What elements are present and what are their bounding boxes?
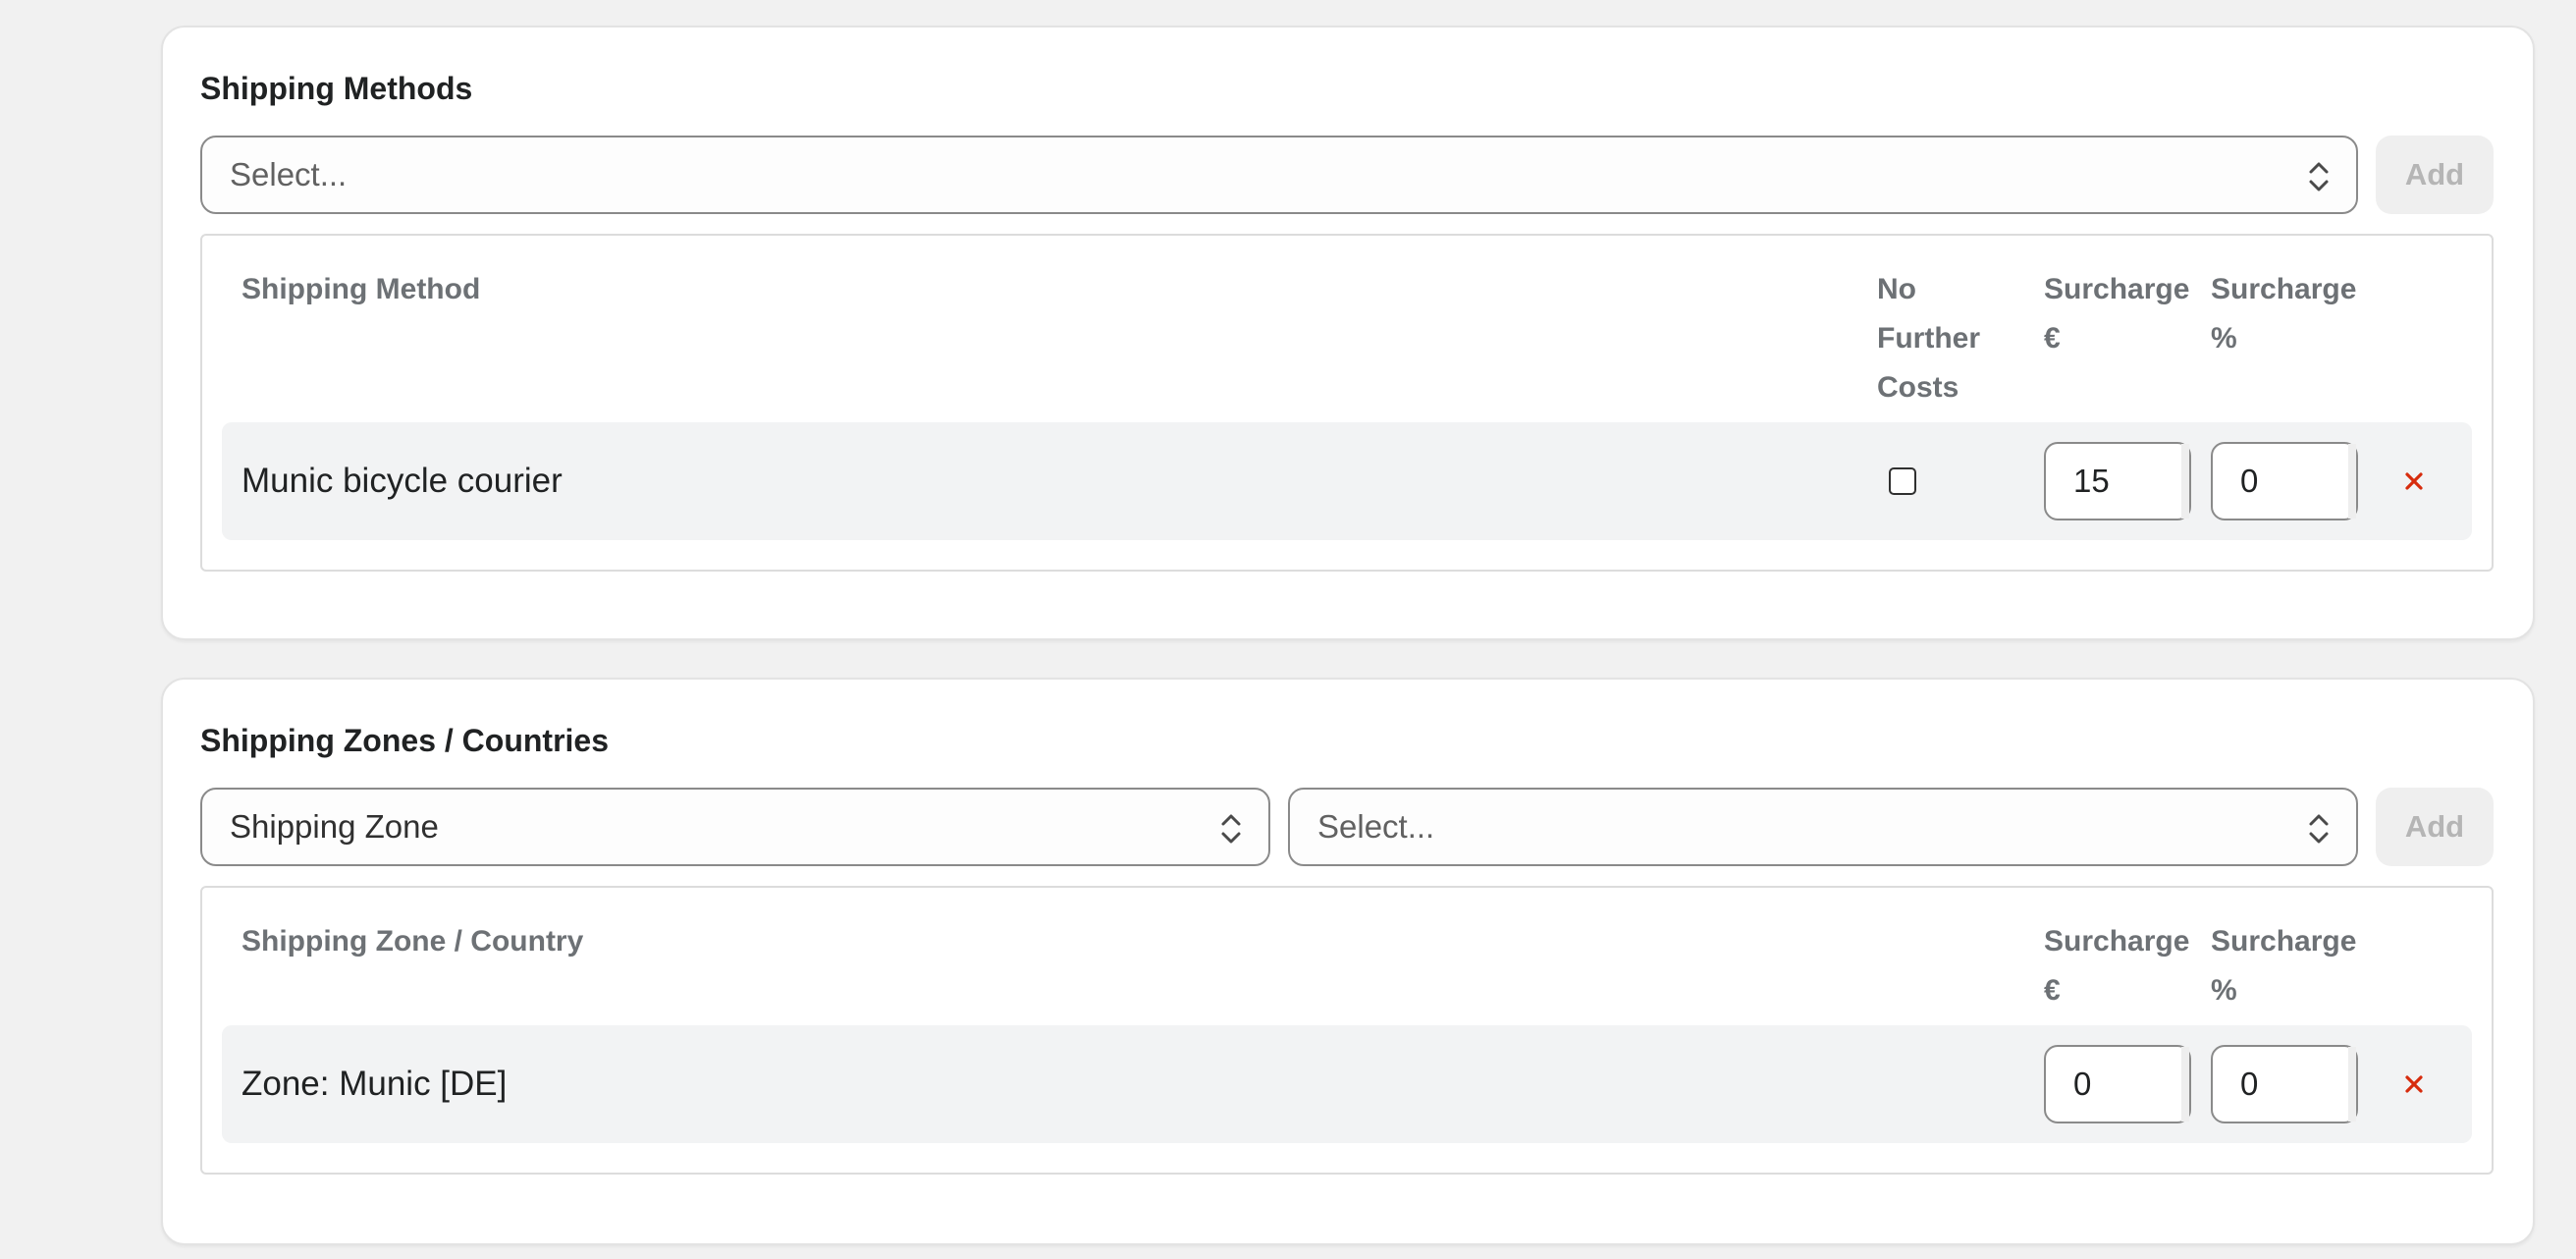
shipping-zone-name: Zone: Munic [DE]	[242, 1065, 508, 1103]
header-line: Costs	[1877, 371, 1959, 404]
no-further-costs-checkbox[interactable]	[1889, 467, 1916, 495]
header-line: %	[2211, 322, 2237, 355]
table-row: Munic bicycle courier	[222, 422, 2472, 540]
close-icon	[2405, 472, 2423, 490]
shipping-zone-select-placeholder: Select...	[1317, 808, 1435, 845]
surcharge-eur-input[interactable]	[2044, 442, 2191, 520]
column-header-shipping-method: Shipping Method	[242, 273, 481, 305]
chevron-up-down-icon	[2309, 814, 2329, 844]
surcharge-pct-spinner[interactable]	[2348, 1047, 2356, 1122]
column-header-no-further-costs: No Further Costs	[1877, 265, 1980, 412]
surcharge-eur-spinner[interactable]	[2181, 444, 2189, 519]
shipping-method-select[interactable]: Select...	[200, 136, 2358, 214]
chevron-up-down-icon	[2309, 162, 2329, 192]
header-line: €	[2044, 322, 2061, 355]
header-line: Surcharge	[2044, 273, 2190, 305]
zone-type-select[interactable]: Shipping Zone	[200, 788, 1270, 866]
surcharge-pct-input[interactable]	[2211, 442, 2358, 520]
surcharge-eur-spinner[interactable]	[2181, 1047, 2189, 1122]
chevron-up-down-icon	[1221, 814, 1241, 844]
column-header-surcharge-pct: Surcharge %	[2211, 265, 2356, 363]
header-line: €	[2044, 974, 2061, 1007]
add-shipping-zone-button[interactable]: Add	[2376, 788, 2494, 866]
shipping-method-name: Munic bicycle courier	[242, 462, 563, 500]
surcharge-pct-input[interactable]	[2211, 1045, 2358, 1123]
column-header-surcharge-pct: Surcharge %	[2211, 917, 2356, 1015]
add-shipping-method-button[interactable]: Add	[2376, 136, 2494, 214]
column-header-surcharge-eur: Surcharge €	[2044, 917, 2189, 1015]
shipping-zones-title: Shipping Zones / Countries	[200, 723, 609, 758]
shipping-method-select-placeholder: Select...	[230, 156, 348, 192]
header-line: Surcharge	[2044, 925, 2190, 958]
column-header-surcharge-eur: Surcharge €	[2044, 265, 2189, 363]
header-line: Surcharge	[2211, 925, 2357, 958]
header-line: Surcharge	[2211, 273, 2357, 305]
column-header-shipping-zone: Shipping Zone / Country	[242, 925, 584, 958]
header-line: Further	[1877, 322, 1980, 355]
remove-shipping-zone-button[interactable]	[2394, 1065, 2434, 1104]
zone-type-select-value: Shipping Zone	[230, 808, 439, 845]
shipping-zone-select[interactable]: Select...	[1288, 788, 2358, 866]
header-line: No	[1877, 273, 1916, 305]
table-row: Zone: Munic [DE]	[222, 1025, 2472, 1143]
remove-shipping-method-button[interactable]	[2394, 462, 2434, 501]
surcharge-eur-input[interactable]	[2044, 1045, 2191, 1123]
shipping-methods-title: Shipping Methods	[200, 71, 473, 106]
header-line: %	[2211, 974, 2237, 1007]
surcharge-pct-spinner[interactable]	[2348, 444, 2356, 519]
close-icon	[2405, 1075, 2423, 1093]
